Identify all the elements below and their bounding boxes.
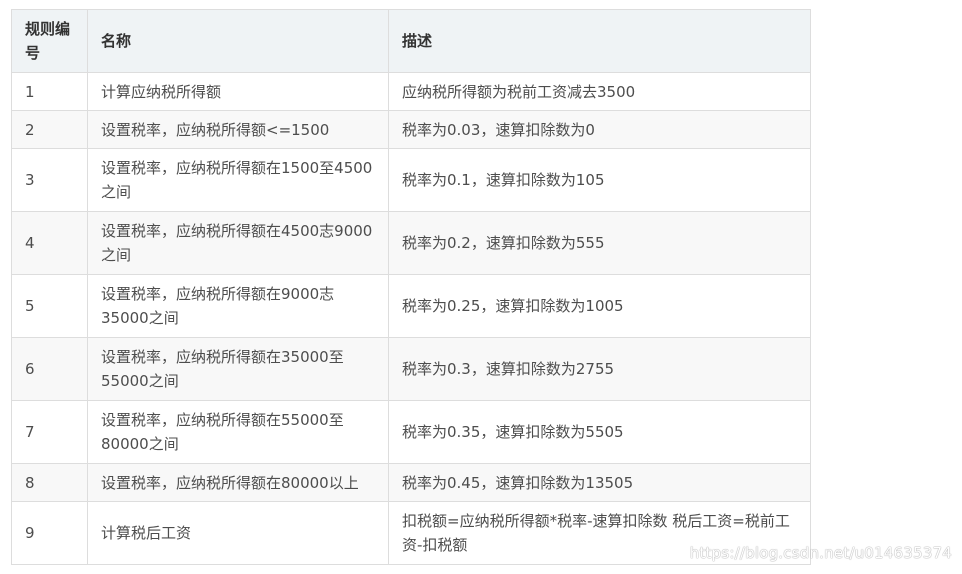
cell-description: 税率为0.1，速算扣除数为105 (388, 148, 811, 212)
cell-description: 税率为0.45，速算扣除数为13505 (388, 463, 811, 502)
source-watermark: https://blog.csdn.net/u014635374 (689, 544, 952, 562)
cell-description: 应纳税所得额为税前工资减去3500 (388, 72, 811, 111)
cell-name: 设置税率，应纳税所得额在1500至4500之间 (87, 148, 389, 212)
table-row: 5 设置税率，应纳税所得额在9000志35000之间 税率为0.25，速算扣除数… (11, 274, 811, 338)
cell-name: 设置税率，应纳税所得额在4500志9000之间 (87, 211, 389, 275)
table-row: 1 计算应纳税所得额 应纳税所得额为税前工资减去3500 (11, 72, 811, 111)
cell-rule-id: 5 (11, 274, 88, 338)
tax-rules-table: 规则编号 名称 描述 1 计算应纳税所得额 应纳税所得额为税前工资减去3500 … (11, 9, 811, 565)
table-row: 3 设置税率，应纳税所得额在1500至4500之间 税率为0.1，速算扣除数为1… (11, 148, 811, 212)
table-row: 8 设置税率，应纳税所得额在80000以上 税率为0.45，速算扣除数为1350… (11, 463, 811, 502)
cell-description: 税率为0.35，速算扣除数为5505 (388, 400, 811, 464)
cell-description: 税率为0.03，速算扣除数为0 (388, 110, 811, 149)
cell-name: 设置税率，应纳税所得额在80000以上 (87, 463, 389, 502)
cell-rule-id: 2 (11, 110, 88, 149)
cell-rule-id: 1 (11, 72, 88, 111)
table-header-row: 规则编号 名称 描述 (11, 9, 811, 73)
cell-name: 设置税率，应纳税所得额<=1500 (87, 110, 389, 149)
cell-rule-id: 3 (11, 148, 88, 212)
header-name: 名称 (87, 9, 389, 73)
table-row: 6 设置税率，应纳税所得额在35000至55000之间 税率为0.3，速算扣除数… (11, 337, 811, 401)
cell-rule-id: 7 (11, 400, 88, 464)
cell-rule-id: 6 (11, 337, 88, 401)
cell-name: 设置税率，应纳税所得额在9000志35000之间 (87, 274, 389, 338)
header-rule-id: 规则编号 (11, 9, 88, 73)
table-row: 2 设置税率，应纳税所得额<=1500 税率为0.03，速算扣除数为0 (11, 110, 811, 149)
cell-name: 设置税率，应纳税所得额在55000至80000之间 (87, 400, 389, 464)
cell-description: 税率为0.2，速算扣除数为555 (388, 211, 811, 275)
table-row: 7 设置税率，应纳税所得额在55000至80000之间 税率为0.35，速算扣除… (11, 400, 811, 464)
cell-description: 税率为0.3，速算扣除数为2755 (388, 337, 811, 401)
cell-rule-id: 8 (11, 463, 88, 502)
cell-rule-id: 9 (11, 501, 88, 565)
cell-name: 计算应纳税所得额 (87, 72, 389, 111)
cell-rule-id: 4 (11, 211, 88, 275)
header-description: 描述 (388, 9, 811, 73)
cell-name: 计算税后工资 (87, 501, 389, 565)
cell-name: 设置税率，应纳税所得额在35000至55000之间 (87, 337, 389, 401)
cell-description: 税率为0.25，速算扣除数为1005 (388, 274, 811, 338)
table-row: 4 设置税率，应纳税所得额在4500志9000之间 税率为0.2，速算扣除数为5… (11, 211, 811, 275)
